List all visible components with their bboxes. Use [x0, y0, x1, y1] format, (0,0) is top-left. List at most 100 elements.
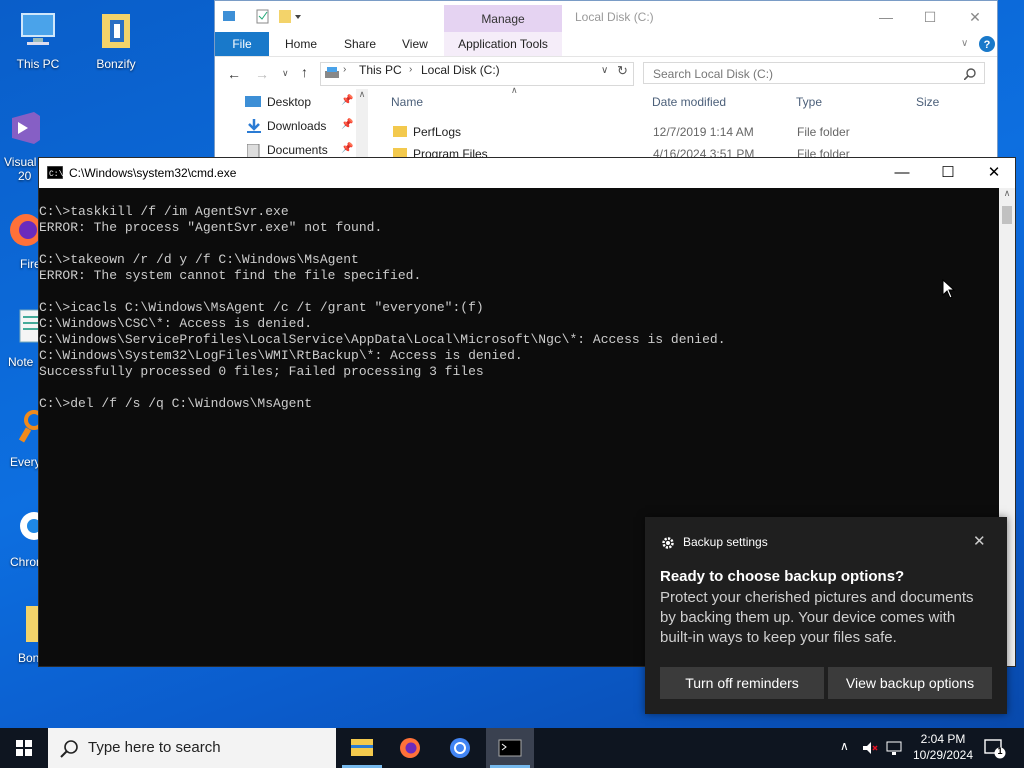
breadcrumb-local-disk[interactable]: Local Disk (C:)	[421, 59, 500, 81]
desktop-folder-icon	[245, 96, 261, 107]
chrome-icon	[20, 512, 48, 540]
cmd-output[interactable]: C:\>taskkill /f /im AgentSvr.exe ERROR: T…	[39, 204, 726, 412]
file-date: 12/7/2019 1:14 AM	[653, 125, 754, 139]
turn-off-reminders-button[interactable]: Turn off reminders	[660, 667, 824, 699]
close-icon[interactable]: ✕	[973, 532, 986, 550]
nav-item-label: Downloads	[267, 119, 327, 133]
tab-view[interactable]: View	[402, 32, 428, 56]
cmd-line: ​	[39, 284, 726, 300]
column-header-type[interactable]: Type	[796, 95, 822, 109]
ribbon-tabs: File Home Share View Application Tools ∨…	[215, 32, 997, 57]
cmd-window-title: C:\Windows\system32\cmd.exe	[69, 166, 237, 180]
clock-time: 2:04 PM	[920, 732, 966, 746]
nav-item-label: Documents	[267, 143, 328, 157]
recent-locations-icon[interactable]: ∨	[282, 68, 289, 79]
cmd-line: ERROR: The process "AgentSvr.exe" not fo…	[39, 220, 383, 235]
file-explorer-taskbar-icon[interactable]	[338, 728, 386, 768]
cmd-line: C:\Windows\System32\LogFiles\WMI\RtBacku…	[39, 348, 523, 363]
cmd-line: ERROR: The system cannot find the file s…	[39, 268, 422, 283]
address-dropdown-icon[interactable]: ∨	[601, 65, 608, 76]
nav-scrollbar[interactable]: ∧	[356, 89, 368, 159]
desktop-icon-label: Bonzify	[96, 57, 136, 71]
pin-icon[interactable]: 📌	[341, 95, 353, 106]
column-header-date-modified[interactable]: Date modified	[652, 95, 726, 109]
explorer-window-title: Local Disk (C:)	[575, 10, 654, 24]
tab-home[interactable]: Home	[285, 32, 317, 56]
firefox-taskbar-icon[interactable]	[386, 728, 434, 768]
tab-manage[interactable]: Manage	[444, 5, 562, 32]
cmd-line: C:\>takeown /r /d y /f C:\Windows\MsAgen…	[39, 252, 359, 267]
cmd-app-icon: C:\	[47, 166, 63, 179]
minimize-icon[interactable]: —	[866, 5, 906, 29]
volume-muted-icon[interactable]	[862, 740, 878, 756]
svg-text:?: ?	[984, 39, 991, 51]
breadcrumb-this-pc[interactable]: This PC	[359, 59, 402, 81]
chrome-taskbar-icon[interactable]	[436, 728, 484, 768]
cmd-line: C:\Windows\ServiceProfiles\LocalService\…	[39, 332, 726, 347]
forward-arrow-icon[interactable]: →	[255, 66, 269, 82]
folder-icon	[102, 14, 130, 48]
scroll-up-icon[interactable]: ∧	[356, 89, 368, 100]
refresh-icon[interactable]: ↻	[617, 63, 628, 79]
breadcrumb-separator-icon: ›	[409, 64, 413, 75]
file-row[interactable]: PerfLogs 12/7/2019 1:14 AM File folder	[393, 125, 993, 141]
chevron-down-icon[interactable]: ∨	[961, 38, 968, 49]
gear-icon	[662, 537, 674, 549]
address-bar[interactable]: › This PC › Local Disk (C:) ∨ ↻	[320, 62, 634, 86]
explorer-titlebar[interactable]: Manage Local Disk (C:) — ☐ ✕	[215, 1, 997, 32]
notepad-icon	[19, 309, 43, 343]
maximize-icon[interactable]: ☐	[925, 158, 971, 188]
back-arrow-icon[interactable]: ←	[227, 66, 241, 82]
drive-icon	[325, 67, 339, 78]
desktop-icon-this-pc[interactable]: This PC	[6, 10, 70, 71]
notification-count-badge: 1	[997, 746, 1003, 756]
search-input[interactable]: Search Local Disk (C:)	[643, 62, 985, 84]
help-icon[interactable]: ?	[978, 35, 996, 53]
cmd-line: C:\>icacls C:\Windows\MsAgent /c /t /gra…	[39, 300, 484, 315]
nav-item-label: Desktop	[267, 95, 312, 109]
search-placeholder: Search Local Disk (C:)	[653, 67, 774, 81]
desktop-icon-bonzify[interactable]: Bonzify	[84, 10, 148, 71]
downloads-icon	[247, 119, 261, 133]
quick-access-toolbar-icons[interactable]	[223, 9, 303, 25]
sort-ascending-icon: ∧	[511, 85, 518, 95]
network-icon[interactable]	[886, 740, 904, 756]
desktop-icon-label: This PC	[16, 57, 60, 71]
taskbar-clock[interactable]: 2:04 PM 10/29/2024	[908, 731, 978, 763]
everything-search-icon	[18, 410, 44, 443]
file-explorer-window[interactable]: Manage Local Disk (C:) — ☐ ✕ File Home S…	[214, 0, 998, 160]
windows-start-icon[interactable]	[0, 728, 48, 768]
folder-icon	[393, 126, 407, 137]
tab-file[interactable]: File	[215, 32, 269, 56]
firefox-icon	[10, 214, 42, 246]
tab-share[interactable]: Share	[344, 32, 376, 56]
cmd-taskbar-icon[interactable]	[486, 728, 534, 768]
column-header-size[interactable]: Size	[916, 95, 939, 109]
breadcrumb-separator-icon: ›	[343, 64, 347, 75]
close-icon[interactable]: ✕	[971, 158, 1017, 188]
view-backup-options-button[interactable]: View backup options	[828, 667, 992, 699]
tray-chevron-up-icon[interactable]: ∧	[840, 739, 849, 753]
file-type: File folder	[797, 125, 850, 139]
cmd-line: ​	[39, 380, 726, 396]
cmd-titlebar[interactable]: C:\ C:\Windows\system32\cmd.exe — ☐ ✕	[39, 158, 1015, 188]
search-icon	[964, 68, 976, 80]
visual-studio-icon	[12, 112, 40, 144]
pin-icon[interactable]: 📌	[341, 119, 353, 130]
toast-heading: Ready to choose backup options?	[660, 568, 905, 585]
search-icon	[60, 740, 78, 758]
backup-notification-toast[interactable]: Backup settings ✕ Ready to choose backup…	[645, 517, 1007, 714]
column-header-name[interactable]: Name	[391, 95, 423, 109]
close-icon[interactable]: ✕	[955, 5, 995, 29]
toast-app-name: Backup settings	[683, 535, 768, 549]
maximize-icon[interactable]: ☐	[910, 5, 950, 29]
minimize-icon[interactable]: —	[879, 158, 925, 188]
pin-icon[interactable]: 📌	[341, 143, 353, 154]
documents-icon	[247, 144, 260, 158]
taskbar-search-box[interactable]: Type here to search	[48, 728, 336, 768]
tab-application-tools[interactable]: Application Tools	[444, 32, 562, 56]
up-arrow-icon[interactable]: ↑	[301, 64, 308, 80]
scrollbar-thumb[interactable]	[1002, 206, 1012, 224]
cmd-line: C:\>taskkill /f /im AgentSvr.exe	[39, 204, 289, 219]
scroll-up-icon[interactable]: ∧	[999, 188, 1015, 199]
